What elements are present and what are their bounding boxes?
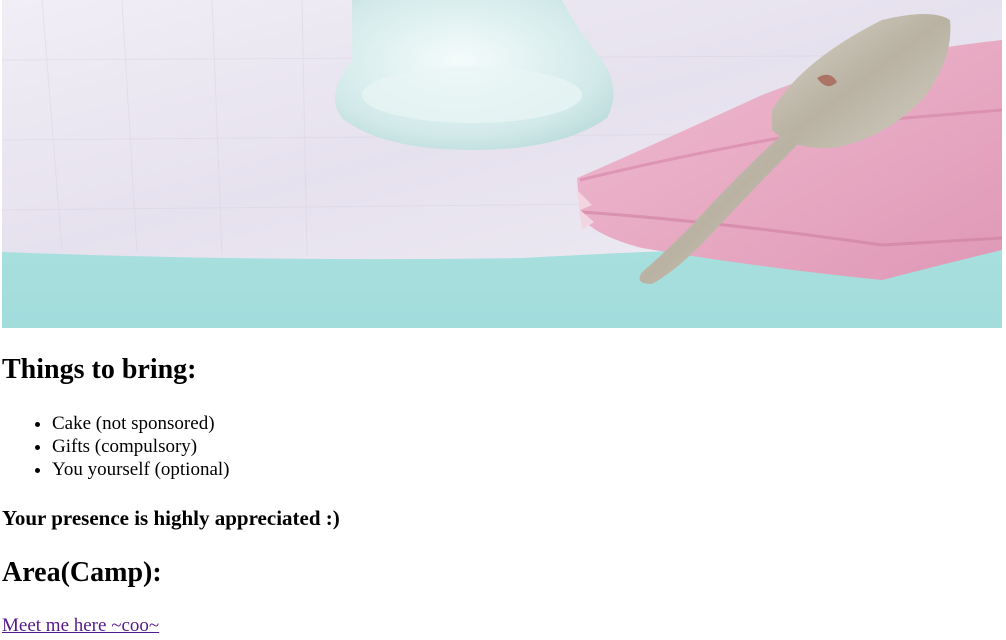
things-to-bring-list: Cake (not sponsored) Gifts (compulsory) … (2, 412, 230, 481)
page: Things to bring: Cake (not sponsored) Gi… (0, 0, 1006, 640)
hero-image (2, 0, 1002, 328)
things-to-bring-heading: Things to bring: (2, 354, 197, 385)
list-item: Gifts (compulsory) (52, 435, 230, 458)
presence-note: Your presence is highly appreciated :) (2, 506, 340, 530)
cake-server-illustration (2, 0, 1002, 328)
list-item: Cake (not sponsored) (52, 412, 230, 435)
meet-me-here-link[interactable]: Meet me here ~coo~ (2, 614, 159, 637)
area-heading: Area(Camp): (2, 557, 162, 588)
list-item: You yourself (optional) (52, 458, 230, 481)
